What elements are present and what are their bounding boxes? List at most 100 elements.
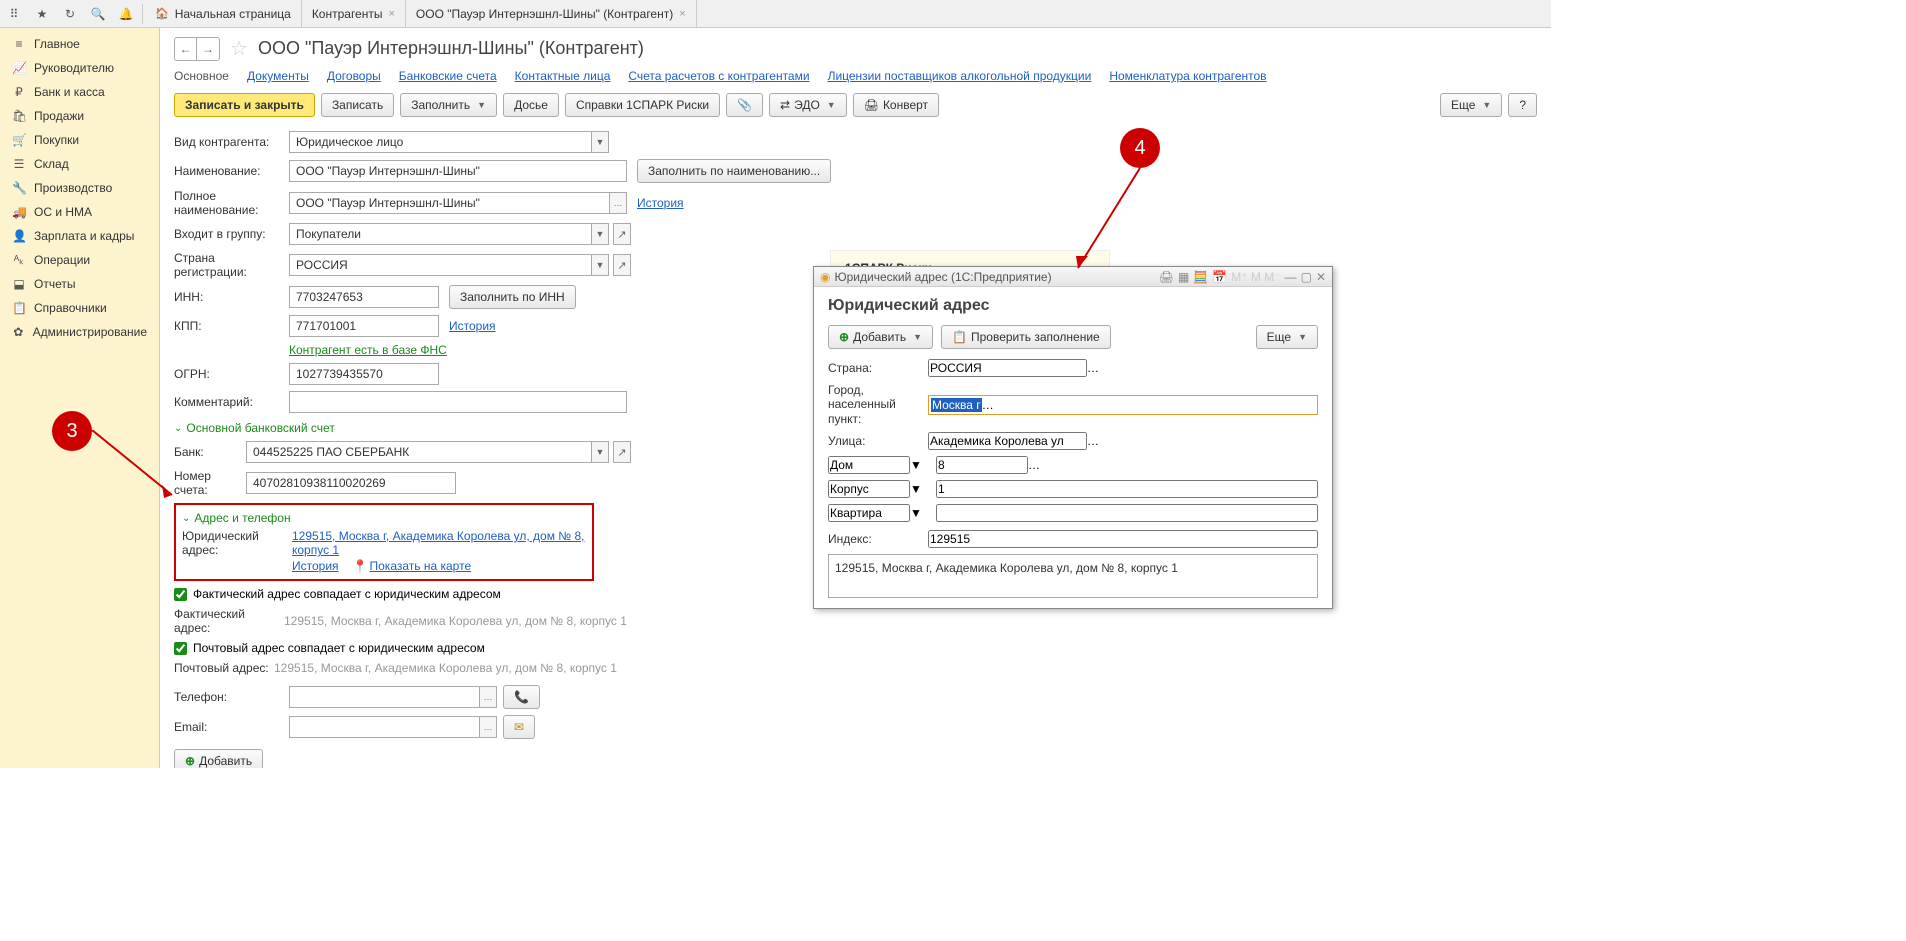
sidebar-item-warehouse[interactable]: ☰Склад <box>0 152 159 176</box>
subtab-contacts[interactable]: Контактные лица <box>515 69 611 83</box>
d-city-input[interactable]: Москва г <box>931 398 982 412</box>
call-button[interactable]: 📞 <box>503 685 540 709</box>
subtab-docs[interactable]: Документы <box>247 69 309 83</box>
post-same-checkbox[interactable] <box>174 642 187 655</box>
d-flat-type[interactable] <box>828 504 910 522</box>
subtab-contracts[interactable]: Договоры <box>327 69 381 83</box>
save-close-button[interactable]: Записать и закрыть <box>174 93 315 117</box>
dropdown-icon[interactable]: ▼ <box>910 482 922 496</box>
search-icon[interactable]: 🔍 <box>84 0 112 28</box>
dropdown-icon[interactable]: ▼ <box>591 223 609 245</box>
envelope-button[interactable]: 🖨 Конверт <box>853 93 939 117</box>
subtab-nomenclature[interactable]: Номенклатура контрагентов <box>1109 69 1266 83</box>
sidebar-item-main[interactable]: ≡Главное <box>0 32 159 56</box>
ellipsis-icon[interactable]: … <box>1087 361 1099 375</box>
nav-forward[interactable]: → <box>197 38 219 60</box>
d-street-input[interactable] <box>928 432 1087 450</box>
history-link[interactable]: История <box>292 559 339 573</box>
history-link[interactable]: История <box>449 319 496 333</box>
dropdown-icon[interactable]: ▼ <box>591 131 609 153</box>
comment-input[interactable] <box>289 391 627 413</box>
subtab-licenses[interactable]: Лицензии поставщиков алкогольной продукц… <box>828 69 1092 83</box>
mail-button[interactable]: ✉ <box>503 715 535 739</box>
sidebar-item-manager[interactable]: 📈Руководителю <box>0 56 159 80</box>
sidebar-item-hr[interactable]: 👤Зарплата и кадры <box>0 224 159 248</box>
history-link[interactable]: История <box>637 196 684 210</box>
minimize-icon[interactable]: — <box>1285 270 1297 284</box>
d-block-input[interactable] <box>936 480 1318 498</box>
subtab-bank[interactable]: Банковские счета <box>399 69 497 83</box>
legal-addr-link[interactable]: 129515, Москва г, Академика Королева ул,… <box>292 529 586 557</box>
open-icon[interactable]: ↗ <box>613 254 631 276</box>
sidebar-item-sales[interactable]: 🛍Продажи <box>0 104 159 128</box>
d-block-type[interactable] <box>828 480 910 498</box>
calendar-icon[interactable]: 📅 <box>1212 270 1227 284</box>
fact-same-checkbox[interactable] <box>174 588 187 601</box>
history-icon[interactable]: ↻ <box>56 0 84 28</box>
sidebar-item-operations[interactable]: ᴬₖОперации <box>0 248 159 272</box>
help-button[interactable]: ? <box>1508 93 1537 117</box>
favorite-star-icon[interactable]: ☆ <box>230 36 248 61</box>
dropdown-icon[interactable]: ▼ <box>910 458 922 472</box>
tab-home[interactable]: 🏠Начальная страница <box>145 0 302 28</box>
sidebar-item-bank[interactable]: ₽Банк и касса <box>0 80 159 104</box>
dropdown-icon[interactable]: ▼ <box>591 441 609 463</box>
email-input[interactable] <box>289 716 479 738</box>
tab-counterparties[interactable]: Контрагенты× <box>302 0 406 28</box>
dossier-button[interactable]: Досье <box>503 93 559 117</box>
type-input[interactable] <box>289 131 591 153</box>
sidebar-item-purchases[interactable]: 🛒Покупки <box>0 128 159 152</box>
open-icon[interactable]: ↗ <box>613 441 631 463</box>
sidebar-item-admin[interactable]: ✿Администрирование <box>0 320 159 344</box>
d-zip-input[interactable] <box>928 530 1318 548</box>
show-map-link[interactable]: Показать на карте <box>370 559 472 573</box>
sidebar-item-catalogs[interactable]: 📋Справочники <box>0 296 159 320</box>
subtab-main[interactable]: Основное <box>174 69 229 83</box>
open-icon[interactable]: ↗ <box>613 223 631 245</box>
kpp-input[interactable] <box>289 315 439 337</box>
attach-button[interactable]: 📎 <box>726 93 763 117</box>
save-button[interactable]: Записать <box>321 93 394 117</box>
name-input[interactable] <box>289 160 627 182</box>
d-house-input[interactable] <box>936 456 1028 474</box>
address-section[interactable]: ⌄Адрес и телефон <box>182 511 586 525</box>
bell-icon[interactable]: 🔔 <box>112 0 140 28</box>
d-flat-input[interactable] <box>936 504 1318 522</box>
close-icon[interactable]: × <box>679 8 685 20</box>
fullname-input[interactable] <box>289 192 609 214</box>
d-house-type[interactable] <box>828 456 910 474</box>
group-input[interactable] <box>289 223 591 245</box>
star-icon[interactable]: ★ <box>28 0 56 28</box>
print-icon[interactable]: 🖨 <box>1159 270 1174 284</box>
country-input[interactable] <box>289 254 591 276</box>
grid-icon[interactable]: ▦ <box>1178 270 1189 284</box>
sidebar-item-reports[interactable]: ⬓Отчеты <box>0 272 159 296</box>
d-summary[interactable]: 129515, Москва г, Академика Королева ул,… <box>828 554 1318 598</box>
dialog-more-button[interactable]: Еще▼ <box>1256 325 1318 349</box>
add-button[interactable]: ⊕ Добавить <box>174 749 263 768</box>
sidebar-item-assets[interactable]: 🚚ОС и НМА <box>0 200 159 224</box>
calc-icon[interactable]: 🧮 <box>1193 270 1208 284</box>
ellipsis-icon[interactable]: … <box>1028 458 1040 472</box>
inn-input[interactable] <box>289 286 439 308</box>
ellipsis-icon[interactable]: … <box>982 398 994 412</box>
fill-by-name-button[interactable]: Заполнить по наименованию... <box>637 159 831 183</box>
ellipsis-icon[interactable]: … <box>479 686 497 708</box>
fill-by-inn-button[interactable]: Заполнить по ИНН <box>449 285 576 309</box>
tab-current[interactable]: ООО "Пауэр Интернэшнл-Шины" (Контрагент)… <box>406 0 697 28</box>
account-input[interactable] <box>246 472 456 494</box>
dialog-check-button[interactable]: 📋 Проверить заполнение <box>941 325 1111 349</box>
maximize-icon[interactable]: ▢ <box>1301 270 1312 284</box>
close-icon[interactable]: ✕ <box>1316 270 1326 284</box>
more-button[interactable]: Еще▼ <box>1440 93 1502 117</box>
spark-button[interactable]: Справки 1СПАРК Риски <box>565 93 720 117</box>
sidebar-item-production[interactable]: 🔧Производство <box>0 176 159 200</box>
dialog-add-button[interactable]: ⊕ Добавить▼ <box>828 325 933 349</box>
phone-input[interactable] <box>289 686 479 708</box>
dropdown-icon[interactable]: ▼ <box>591 254 609 276</box>
subtab-settlements[interactable]: Счета расчетов с контрагентами <box>628 69 809 83</box>
ellipsis-icon[interactable]: … <box>1087 434 1099 448</box>
nav-back[interactable]: ← <box>175 38 197 60</box>
d-country-input[interactable] <box>928 359 1087 377</box>
edo-button[interactable]: ⇄ ЭДО▼ <box>769 93 847 117</box>
